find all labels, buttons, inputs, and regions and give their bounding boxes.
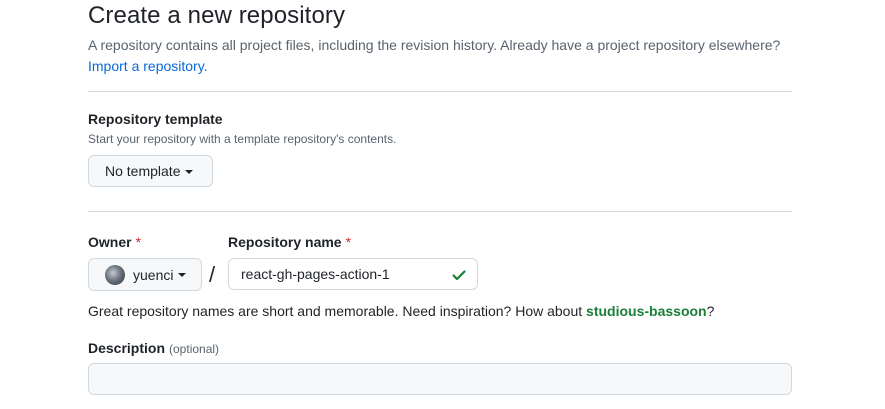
optional-tag: (optional) xyxy=(169,342,220,356)
hint-suffix: ? xyxy=(706,303,715,319)
template-note: Start your repository with a template re… xyxy=(88,132,397,146)
repository-name-value: react-gh-pages-action-1 xyxy=(241,266,390,282)
template-label: Repository template xyxy=(88,111,223,127)
page-subtitle: A repository contains all project files,… xyxy=(88,35,808,77)
required-mark: * xyxy=(345,234,352,250)
owner-dropdown-button[interactable]: yuenci xyxy=(88,258,202,291)
name-suggestion-hint: Great repository names are short and mem… xyxy=(88,303,714,319)
caret-down-icon xyxy=(185,169,194,174)
owner-label: Owner * xyxy=(88,234,141,250)
caret-down-icon xyxy=(178,273,187,277)
template-dropdown-button[interactable]: No template xyxy=(88,155,213,187)
repository-name-input[interactable]: react-gh-pages-action-1 xyxy=(228,258,478,290)
owner-label-text: Owner xyxy=(88,234,132,250)
description-label-text: Description xyxy=(88,340,166,356)
divider xyxy=(88,211,792,212)
divider xyxy=(88,91,792,92)
hint-text: Great repository names are short and mem… xyxy=(88,303,587,319)
import-repository-link[interactable]: Import a repository. xyxy=(88,58,208,74)
subtitle-text: A repository contains all project files,… xyxy=(88,37,781,53)
description-input[interactable] xyxy=(88,363,792,395)
description-label: Description (optional) xyxy=(88,340,219,356)
owner-value: yuenci xyxy=(133,266,174,283)
suggested-name-link[interactable]: studious-bassoon xyxy=(586,303,707,319)
check-icon xyxy=(452,270,466,281)
template-button-label: No template xyxy=(105,163,181,179)
repo-name-label-text: Repository name xyxy=(228,234,342,250)
required-mark: * xyxy=(135,234,142,250)
owner-repo-separator: / xyxy=(209,262,216,287)
repo-name-label: Repository name * xyxy=(228,234,351,250)
avatar xyxy=(105,264,125,285)
page-title: Create a new repository xyxy=(88,2,346,29)
